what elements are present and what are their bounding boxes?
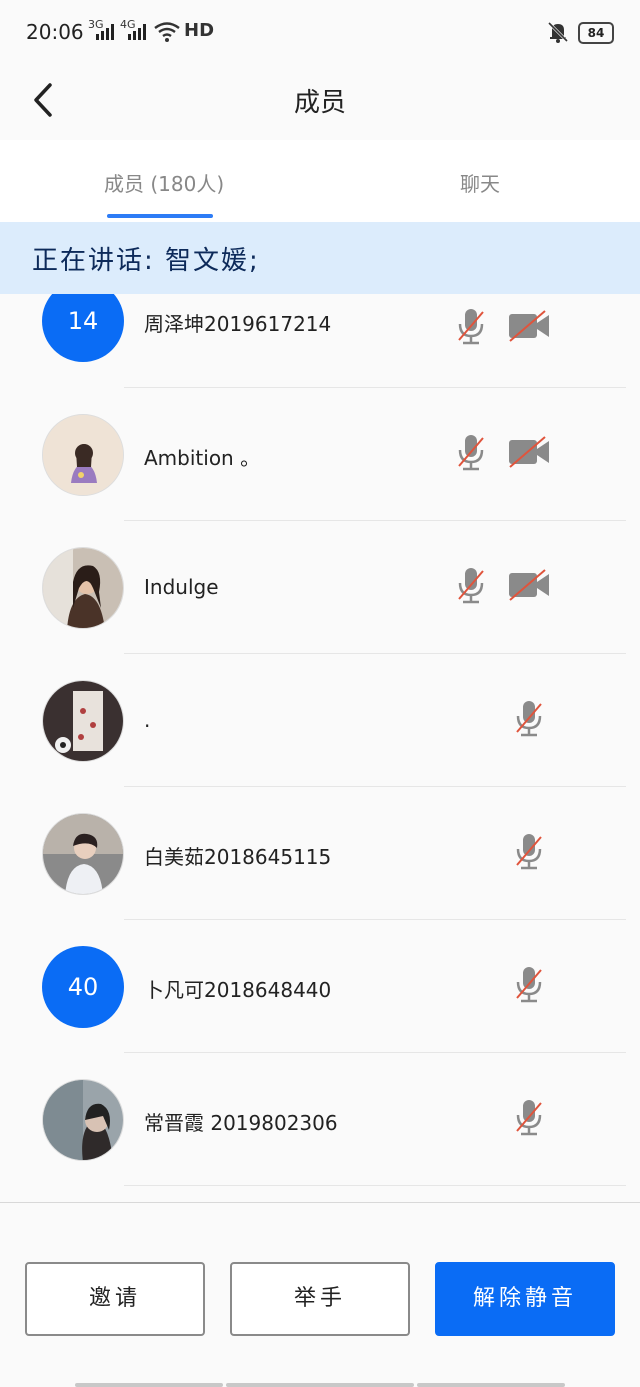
clock: 20:06 [26,20,84,44]
signal-bars-icon [128,24,146,40]
gesture-bar [75,1383,223,1387]
member-name: 白美茹2018645115 [144,845,332,869]
mic-muted-icon[interactable] [514,698,544,738]
mic-muted-icon[interactable] [456,565,486,605]
gesture-bar [226,1383,414,1387]
avatar [42,813,124,895]
member-row[interactable]: Ambition 。 [0,388,640,521]
member-name: 常晋霞 2019802306 [144,1111,338,1135]
nav-bar: 成员 [0,64,640,140]
tab-bar: 成员 (180人) 聊天 [0,140,640,222]
member-row[interactable]: 白美茹2018645115 [0,787,640,920]
speaking-banner: 正在讲话: 智文媛; [0,222,640,294]
active-tab-indicator [107,214,213,218]
status-bar: 20:06 3G 4G HD 84 [0,0,640,64]
camera-off-icon[interactable] [507,435,551,469]
avatar [42,680,124,762]
tab-chat[interactable]: 聊天 [460,168,500,197]
mic-muted-icon[interactable] [514,1097,544,1137]
avatar [42,1079,124,1161]
mic-muted-icon[interactable] [456,306,486,346]
wifi-icon [154,22,180,42]
unmute-button[interactable]: 解除静音 [435,1262,615,1336]
mic-muted-icon[interactable] [514,964,544,1004]
avatar [42,414,124,496]
row-divider [124,1185,626,1186]
avatar [42,547,124,629]
member-row[interactable]: 常晋霞 2019802306 [0,1053,640,1186]
battery-indicator: 84 [578,22,614,44]
hd-label: HD [184,20,215,41]
member-name: Indulge [144,575,219,599]
page-title: 成员 [293,88,346,118]
bottom-action-bar: 邀请 举手 解除静音 [0,1202,640,1387]
member-name: . [144,708,151,732]
avatar: 14 [42,294,124,362]
camera-off-icon[interactable] [507,309,551,343]
speaking-text: 正在讲话: 智文媛; [32,246,260,276]
raise-hand-button[interactable]: 举手 [230,1262,410,1336]
member-row[interactable]: Indulge [0,521,640,654]
gesture-bar [417,1383,565,1387]
camera-off-icon[interactable] [507,568,551,602]
member-row[interactable]: . [0,654,640,787]
member-name: 卜凡可2018648440 [144,978,332,1002]
signal-bars-icon [96,24,114,40]
member-name: 周泽坤2019617214 [144,312,332,336]
mic-muted-icon[interactable] [456,432,486,472]
silent-mode-icon [547,21,569,43]
member-row[interactable]: 40 卜凡可2018648440 [0,920,640,1053]
tab-members[interactable]: 成员 (180人) [104,168,224,197]
member-name: Ambition 。 [144,446,261,470]
member-list[interactable]: 14 周泽坤2019617214 Ambition 。 Indulge . 白美… [0,294,640,1202]
mic-muted-icon[interactable] [514,831,544,871]
avatar: 40 [42,946,124,1028]
invite-button[interactable]: 邀请 [25,1262,205,1336]
